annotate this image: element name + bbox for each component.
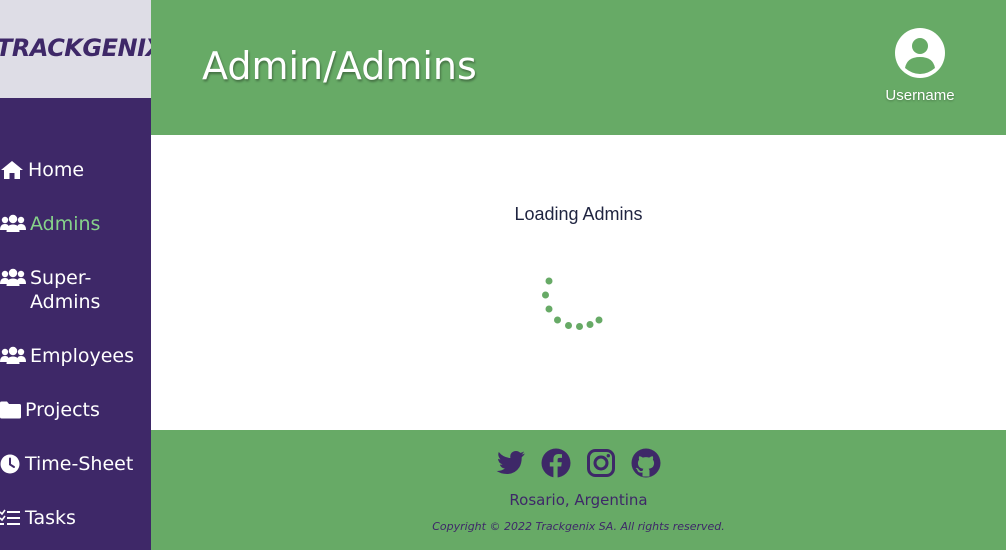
main-content: Loading Admins bbox=[151, 135, 1006, 430]
page-title: Admin/Admins bbox=[202, 44, 477, 88]
loading-message: Loading Admins bbox=[514, 204, 643, 224]
sidebar-item-label: Projects bbox=[25, 399, 100, 421]
users-icon bbox=[0, 268, 26, 286]
github-icon[interactable] bbox=[631, 448, 661, 478]
sidebar: TRACKGENIX Home Admins Super-Admins Empl… bbox=[0, 0, 164, 550]
sidebar-item-label: Admins bbox=[30, 213, 101, 235]
footer-location: Rosario, Argentina bbox=[509, 491, 648, 509]
sidebar-item-label: Time-Sheet bbox=[25, 453, 134, 475]
sidebar-item-label: Tasks bbox=[25, 507, 76, 529]
sidebar-item-label: Super-Admins bbox=[30, 267, 101, 313]
folder-icon bbox=[0, 401, 21, 419]
sidebar-item-employees[interactable]: Employees bbox=[0, 344, 151, 368]
tasks-list-icon bbox=[0, 509, 20, 525]
app-root: TRACKGENIX Home Admins Super-Admins Empl… bbox=[0, 0, 1006, 550]
twitter-icon[interactable] bbox=[496, 448, 526, 478]
user-circle-icon[interactable] bbox=[895, 28, 945, 78]
sidebar-item-home[interactable]: Home bbox=[0, 158, 151, 182]
facebook-icon[interactable] bbox=[541, 448, 571, 478]
sidebar-item-projects[interactable]: Projects bbox=[0, 398, 151, 422]
social-links bbox=[496, 448, 661, 478]
footer-copyright: Copyright © 2022 Trackgenix SA. All righ… bbox=[432, 520, 725, 533]
user-menu[interactable]: Username bbox=[875, 28, 965, 104]
loading-spinner-icon bbox=[542, 277, 603, 330]
users-icon bbox=[0, 214, 26, 232]
sidebar-item-time-sheet[interactable]: Time-Sheet bbox=[0, 452, 151, 476]
clock-icon bbox=[0, 454, 20, 474]
header: Admin/Admins Username bbox=[151, 0, 1006, 135]
home-icon bbox=[1, 161, 23, 179]
sidebar-item-tasks[interactable]: Tasks bbox=[0, 506, 151, 530]
logo[interactable]: TRACKGENIX bbox=[0, 34, 164, 62]
instagram-icon[interactable] bbox=[586, 448, 616, 478]
users-icon bbox=[0, 346, 26, 364]
sidebar-item-super-admins[interactable]: Super-Admins bbox=[0, 266, 151, 314]
sidebar-item-label: Home bbox=[28, 159, 85, 181]
sidebar-item-admins[interactable]: Admins bbox=[0, 212, 151, 236]
footer: Rosario, Argentina Copyright © 2022 Trac… bbox=[151, 430, 1006, 550]
logo-area[interactable]: TRACKGENIX bbox=[0, 0, 164, 98]
sidebar-item-label: Employees bbox=[30, 345, 134, 367]
username: Username bbox=[885, 87, 955, 104]
